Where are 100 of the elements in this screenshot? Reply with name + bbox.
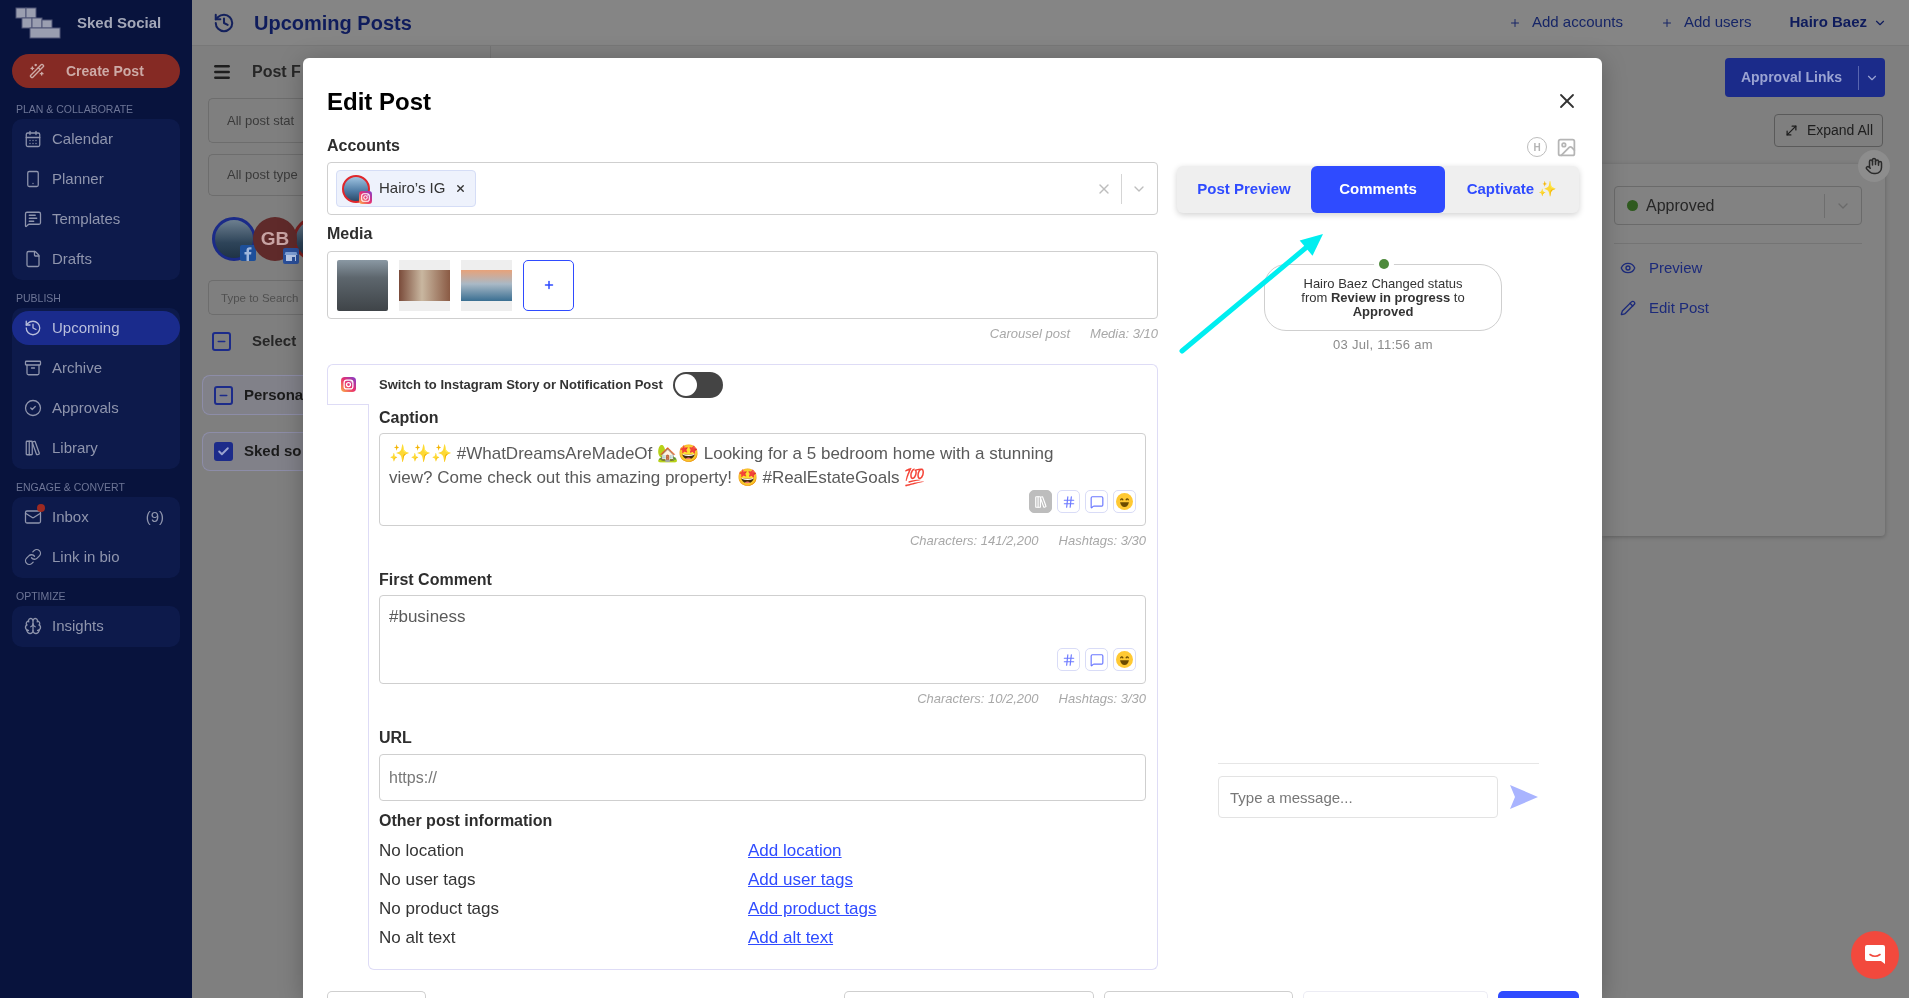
select-label: Select (252, 330, 297, 351)
hashtag-button[interactable] (1057, 648, 1080, 671)
add-link[interactable]: Add alt text (748, 924, 834, 951)
logo-drawing (15, 7, 61, 39)
photo-thumbnail[interactable] (461, 259, 512, 311)
create-post-button[interactable]: Create Post (12, 54, 180, 88)
header-link[interactable]: Add users (1660, 11, 1752, 34)
add-link[interactable]: Add location (748, 837, 842, 864)
eye-icon (1620, 260, 1636, 276)
comment-field[interactable]: #business (379, 595, 1146, 684)
switch-label: Switch to Instagram Story or Notification Post (379, 376, 663, 395)
media-note: Carousel post (989, 326, 1071, 342)
emoji-button[interactable] (1113, 490, 1136, 513)
store-badge-icon (283, 248, 299, 264)
approval-links-button[interactable]: Approval Links (1725, 58, 1885, 97)
hashtag-button[interactable] (1057, 490, 1080, 513)
footer-button[interactable] (1498, 991, 1579, 998)
accounts-select[interactable]: Hairo’s IG (327, 162, 1158, 215)
field-label: Media (327, 224, 374, 244)
field-label: Accounts (327, 136, 401, 156)
hash-icon (1061, 652, 1076, 667)
media-note: Media: 3/10 (1090, 326, 1158, 342)
message-input[interactable]: Type a message... (1218, 776, 1498, 818)
menu-icon[interactable] (212, 62, 232, 82)
archive-box-icon (24, 359, 42, 377)
info-status: No alt text (379, 926, 456, 949)
books-icon (24, 439, 42, 457)
card-action-link[interactable]: Edit Post (1614, 296, 1862, 320)
nav-item[interactable]: Planner (12, 162, 180, 196)
caption-field[interactable]: ✨✨✨ #WhatDreamsAreMadeOf 🏡🤩 Looking for a 5 bedroom home with a stunning view? Come check out this amazing property! 🤩 #RealEstateGoals 💯 (379, 433, 1146, 526)
toggle-switch[interactable] (672, 372, 723, 398)
nav-item[interactable]: Archive (12, 351, 180, 385)
link-icon (24, 548, 42, 566)
expand-all-button[interactable]: Expand All (1774, 114, 1883, 147)
group-name: Persona (244, 384, 304, 405)
timestamp: 03 Jul, 11:56 am (1333, 337, 1433, 353)
nav-item[interactable]: Library (12, 431, 180, 465)
photo-thumbnail[interactable] (337, 259, 388, 311)
clock-icon (24, 319, 42, 337)
nav-item[interactable]: Drafts (12, 242, 180, 276)
card-action-link[interactable]: Preview (1614, 256, 1862, 280)
chat-launcher-button[interactable] (1851, 931, 1899, 979)
field-stat: Hashtags: 3/30 (1058, 691, 1146, 707)
send-icon[interactable] (1510, 785, 1538, 809)
header-link[interactable]: Add accounts (1509, 11, 1623, 34)
account-avatar: GB (253, 217, 297, 261)
tab[interactable]: Post Preview (1177, 166, 1311, 213)
user-menu[interactable]: Hairo Baez (1789, 11, 1887, 34)
section-title: OPTIMIZE (15, 589, 67, 604)
dialog-title: Edit Post (327, 88, 431, 116)
add-link[interactable]: Add user tags (748, 866, 853, 893)
hand-icon[interactable] (1858, 150, 1890, 182)
camera-logo-icon (341, 377, 356, 392)
checkbox[interactable] (214, 385, 233, 405)
nav-item[interactable]: Link in bio (12, 540, 180, 574)
speech-bubble-icon (1089, 494, 1104, 509)
add-media-button[interactable] (523, 259, 574, 311)
info-status: No product tags (379, 897, 499, 920)
item-count: (9) (145, 506, 164, 527)
add-link[interactable]: Add product tags (748, 895, 877, 922)
calendar-icon (24, 130, 42, 148)
network-tab[interactable] (327, 364, 369, 405)
section-title: ENGAGE & CONVERT (15, 480, 126, 495)
field-stat: Hashtags: 3/30 (1058, 533, 1146, 549)
brand-name: Sked Social (77, 12, 162, 33)
diagonal-arrows-icon (1783, 123, 1799, 138)
field-stat: Characters: 10/2,200 (917, 691, 1039, 707)
nav-item[interactable]: Upcoming (12, 311, 180, 345)
url-input[interactable]: https:// (379, 754, 1146, 801)
nav-item[interactable]: Inbox (9) (12, 500, 180, 534)
comment-button[interactable] (1085, 490, 1108, 513)
field-stat: Characters: 141/2,200 (909, 533, 1039, 549)
smiley-icon (1116, 493, 1133, 510)
smiley-icon (1116, 651, 1133, 668)
photo-thumbnail[interactable] (399, 259, 450, 311)
chat-bubble-icon (1864, 944, 1886, 966)
speech-bubble-icon (1089, 652, 1104, 667)
info-status: No user tags (379, 868, 476, 891)
brain-icon (24, 617, 42, 635)
document-icon (24, 250, 42, 268)
nav-item[interactable]: Insights (12, 609, 180, 643)
speech-bubble-icon (24, 210, 42, 228)
status-select[interactable]: Approved (1614, 186, 1862, 225)
nav-item[interactable]: Approvals (12, 391, 180, 425)
panel-title: Post F (252, 62, 301, 82)
remove-icon[interactable] (455, 183, 467, 194)
account-name: Hairo’s IG (379, 178, 446, 199)
page-title: Upcoming Posts (254, 10, 412, 36)
nav-item[interactable]: Templates (12, 202, 180, 236)
tab[interactable]: Comments (1311, 166, 1445, 213)
nav-item[interactable]: Calendar (12, 122, 180, 156)
field-label: Caption (379, 408, 440, 428)
info-status: No location (379, 839, 465, 862)
image-icon[interactable] (1556, 136, 1577, 158)
comment-button[interactable] (1085, 648, 1108, 671)
tab[interactable]: Captivate ✨ (1445, 166, 1579, 213)
checkbox[interactable] (212, 331, 231, 351)
emoji-button[interactable] (1113, 648, 1136, 671)
magic-wand-icon (29, 63, 45, 79)
section-heading: Other post information (379, 811, 554, 831)
